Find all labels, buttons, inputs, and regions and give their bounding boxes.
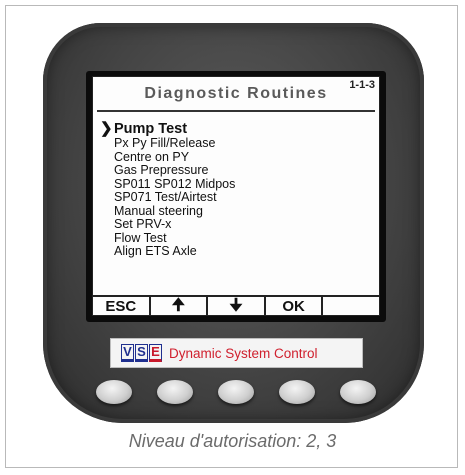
- logo-letter-e: E: [149, 344, 162, 362]
- hardware-button-row: [96, 380, 376, 408]
- blank-softkey[interactable]: [323, 297, 379, 315]
- menu-item-label: Align ETS Axle: [114, 244, 197, 258]
- menu-item-flow-test[interactable]: Flow Test: [100, 230, 235, 246]
- menu-item-align-ets-axle[interactable]: Align ETS Axle: [100, 244, 235, 259]
- menu-item-sp071-test-airtest[interactable]: SP071 Test/Airtest: [100, 190, 235, 205]
- brand-plate: V S E Dynamic System Control: [110, 338, 363, 368]
- esc-softkey[interactable]: ESC: [93, 297, 151, 315]
- menu-item-label: Pump Test: [114, 121, 188, 137]
- lcd-screen: Diagnostic Routines 1-1-3 ❯ Pump Test Px…: [92, 76, 380, 316]
- menu-item-set-prv-x[interactable]: Set PRV-x: [100, 217, 235, 232]
- hardware-button-4[interactable]: [279, 380, 315, 404]
- title-divider: [97, 110, 375, 112]
- menu-item-label: Centre on PY: [114, 149, 190, 164]
- menu-item-gas-prepressure[interactable]: Gas Prepressure: [100, 163, 235, 178]
- brand-text: Dynamic System Control: [169, 345, 318, 361]
- hardware-button-2[interactable]: [157, 380, 193, 404]
- menu-item-label: Px Py Fill/Release: [114, 136, 216, 150]
- softkey-bar: ESC 🠉 🠋 OK: [93, 295, 379, 315]
- authorization-caption: Niveau d'autorisation: 2, 3: [128, 431, 337, 451]
- menu-item-centre-on-py[interactable]: Centre on PY: [100, 149, 235, 165]
- screen-title: Diagnostic Routines: [144, 85, 328, 102]
- logo-letter-v: V: [121, 344, 134, 362]
- menu-item-pump-test[interactable]: ❯ Pump Test: [100, 120, 235, 138]
- menu-item-manual-steering[interactable]: Manual steering: [100, 203, 235, 219]
- logo-letter-s: S: [135, 344, 148, 362]
- menu-item-label: Gas Prepressure: [114, 163, 209, 177]
- menu-item-label: SP011 SP012 Midpos: [114, 176, 236, 191]
- hardware-button-3[interactable]: [218, 380, 254, 404]
- routine-menu: ❯ Pump Test Px Py Fill/Release Centre on…: [100, 121, 235, 259]
- down-arrow-icon[interactable]: 🠋: [208, 297, 266, 315]
- hardware-button-5[interactable]: [340, 380, 376, 404]
- menu-item-label: Flow Test: [114, 230, 167, 245]
- hardware-button-1[interactable]: [96, 380, 132, 404]
- selection-chevron-icon: ❯: [100, 120, 113, 137]
- menu-item-label: Set PRV-x: [114, 217, 172, 231]
- menu-item-label: Manual steering: [114, 203, 203, 218]
- screen-code: 1-1-3: [349, 79, 375, 91]
- menu-item-label: SP071 Test/Airtest: [114, 190, 217, 204]
- menu-item-px-py-fill-release[interactable]: Px Py Fill/Release: [100, 136, 235, 151]
- menu-item-sp011-sp012-midpos[interactable]: SP011 SP012 Midpos: [100, 176, 236, 192]
- vse-logo: V S E: [121, 344, 163, 362]
- up-arrow-icon[interactable]: 🠉: [151, 297, 209, 315]
- ok-softkey[interactable]: OK: [266, 297, 324, 315]
